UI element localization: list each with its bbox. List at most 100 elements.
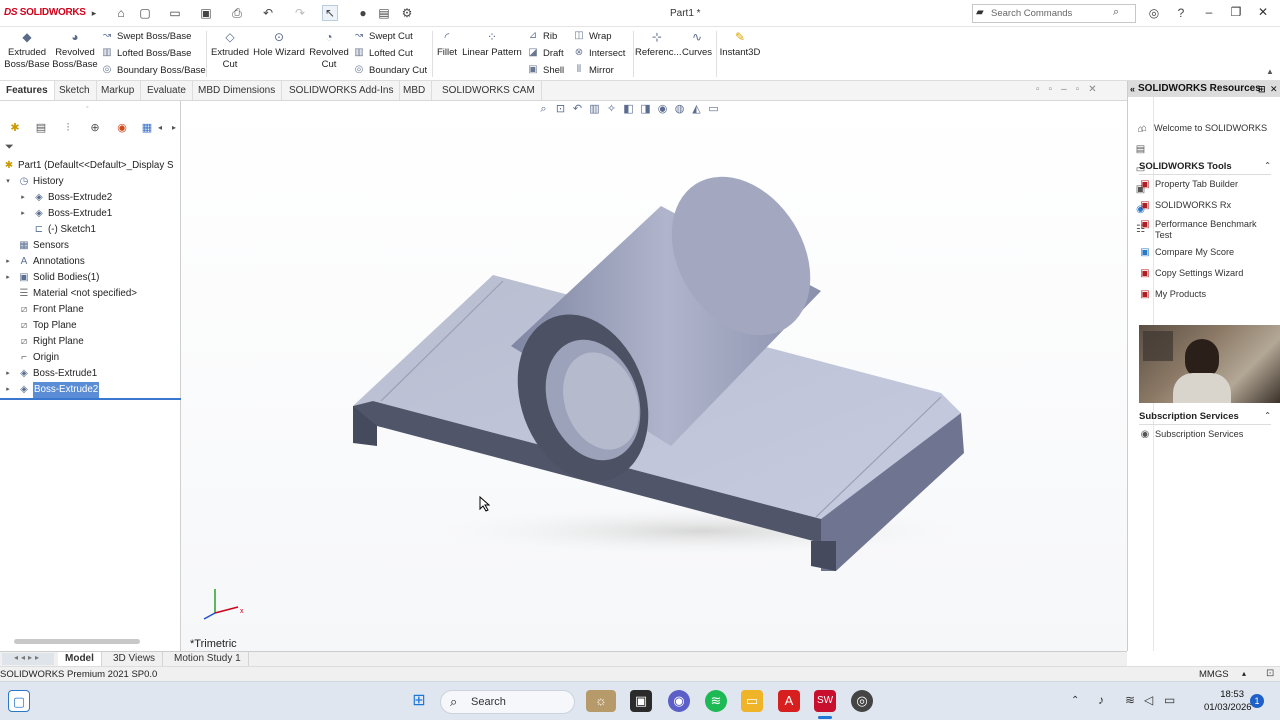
help-icon[interactable]: ? (1173, 5, 1189, 21)
extruded-boss-button[interactable]: ◆ Extruded Boss/Base (4, 31, 50, 71)
subscription-section-header[interactable]: Subscription Services ⌃ (1139, 411, 1271, 425)
notification-badge[interactable]: 1 (1250, 694, 1264, 708)
tab-scroll-arrows[interactable]: ◂◂▸▸ (2, 653, 54, 665)
tab-mbd[interactable]: MBD (397, 81, 433, 100)
open-folder-icon[interactable]: ▭ (167, 5, 183, 21)
scroll-right-icon[interactable]: ▸ (167, 121, 181, 135)
feature-tree-icon[interactable]: ✱ (8, 121, 22, 135)
linear-pattern-button[interactable]: ⁘ Linear Pattern (462, 31, 522, 59)
battery-icon[interactable]: ▭ (1164, 693, 1175, 707)
tree-history[interactable]: ▾ ◷ History (0, 174, 181, 190)
rebuild-status-icon[interactable]: ⊡ (1266, 668, 1274, 679)
lofted-boss-button[interactable]: ▥ Lofted Boss/Base (101, 47, 191, 59)
display-manager-icon[interactable]: ◉ (115, 121, 129, 135)
save-icon[interactable]: ▣ (198, 5, 214, 21)
redo-icon[interactable]: ↷ (292, 5, 308, 21)
tab-motion-study[interactable]: Motion Study 1 (167, 652, 249, 666)
view-settings-icon[interactable]: ▭ (705, 102, 722, 115)
hide-show-icon[interactable]: ◉ (654, 102, 671, 115)
collapse-ribbon-icon[interactable]: ▲ (1266, 67, 1274, 76)
tree-material[interactable]: ☰ Material <not specified> (0, 286, 181, 302)
reference-geometry-button[interactable]: ⊹ Referenc... (635, 31, 681, 59)
solidworks-logo[interactable]: DS SOLIDWORKS (4, 7, 86, 18)
scroll-left-icon[interactable]: ◂ (153, 121, 167, 135)
options-gear-icon[interactable]: ⚙ (399, 5, 415, 21)
display-style-icon[interactable]: ◨ (637, 102, 654, 115)
units-dropdown-icon[interactable]: ▴ (1242, 669, 1246, 678)
acrobat-icon[interactable]: A (778, 690, 800, 712)
tree-top-plane[interactable]: ⧄ Top Plane (0, 318, 181, 334)
news-widget-icon[interactable]: ☼ (586, 690, 616, 712)
close-pane-icon[interactable]: ✕ (1270, 81, 1278, 97)
property-manager-icon[interactable]: ▤ (34, 121, 48, 135)
minimize-icon[interactable]: – (1199, 5, 1219, 21)
section-view-icon[interactable]: ▥ (586, 102, 603, 115)
task-view-icon[interactable]: ▣ (630, 690, 652, 712)
tree-root-part[interactable]: ✱ Part1 (Default<<Default>_Display S (0, 158, 181, 174)
hole-wizard-button[interactable]: ⊙ Hole Wizard (253, 31, 305, 59)
filter-icon[interactable]: ⏷ (5, 141, 14, 154)
rebuild-icon[interactable]: ● (355, 5, 371, 21)
intersect-button[interactable]: ⊗ Intersect (573, 47, 626, 59)
revolved-boss-button[interactable]: ◕ Revolved Boss/Base (52, 31, 98, 71)
panel-splitter-icon[interactable]: ◦ (86, 104, 88, 111)
restore-icon[interactable]: ❐ (1226, 5, 1246, 21)
edit-appearance-icon[interactable]: ◍ (671, 102, 688, 115)
wrap-button[interactable]: ◫ Wrap (573, 30, 611, 42)
tab-model[interactable]: Model (58, 652, 102, 666)
tree-solid-bodies[interactable]: ▸ ▣ Solid Bodies(1) (0, 270, 181, 286)
file-properties-icon[interactable]: ▤ (376, 5, 392, 21)
tab-evaluate[interactable]: Evaluate (141, 81, 193, 100)
wifi-icon[interactable]: ≋ (1125, 693, 1135, 707)
apply-scene-icon[interactable]: ◭ (688, 102, 705, 115)
tab-3d-views[interactable]: 3D Views (106, 652, 164, 666)
tray-overflow-icon[interactable]: ⌃ (1071, 695, 1079, 706)
user-account-icon[interactable]: ◎ (1146, 5, 1162, 21)
instant3d-button[interactable]: ✎ Instant3D (718, 31, 762, 59)
tab-features[interactable]: Features (0, 81, 55, 100)
swept-boss-button[interactable]: ↝ Swept Boss/Base (101, 30, 192, 42)
microphone-icon[interactable]: ♪ (1098, 693, 1104, 707)
extruded-cut-button[interactable]: ◇ Extruded Cut (208, 31, 252, 71)
graphics-area[interactable] (181, 101, 1127, 651)
lofted-cut-button[interactable]: ▥ Lofted Cut (353, 47, 413, 59)
part-model[interactable] (181, 101, 1127, 651)
tree-front-plane[interactable]: ⧄ Front Plane (0, 302, 181, 318)
design-library-icon[interactable]: ▤ (1134, 143, 1147, 156)
select-pointer-icon[interactable]: ↖ (322, 5, 338, 21)
tab-cam[interactable]: SOLIDWORKS CAM (436, 81, 542, 100)
tree-history-boss-extrude1[interactable]: ▸ ◈ Boss-Extrude1 (0, 206, 181, 222)
fillet-button[interactable]: ◜ Fillet (435, 31, 459, 59)
view-orientation-icon[interactable]: ◧ (620, 102, 637, 115)
search-icon[interactable]: ⌕ (1113, 6, 1119, 19)
zoom-area-icon[interactable]: ⊡ (552, 102, 569, 115)
menu-expand-icon[interactable]: ▸ (86, 5, 102, 21)
home-icon[interactable]: ⌂ (113, 5, 129, 21)
widgets-icon[interactable]: ▢ (8, 690, 30, 712)
tree-horizontal-scrollbar[interactable] (14, 639, 140, 644)
start-icon[interactable]: ⊞ (408, 690, 430, 712)
file-explorer-icon[interactable]: ▭ (741, 690, 763, 712)
pin-icon[interactable]: ⊞ (1258, 81, 1266, 97)
cam-manager-icon[interactable]: ▦ (140, 121, 154, 135)
tab-markup[interactable]: Markup (95, 81, 142, 100)
revolved-cut-button[interactable]: ◔ Revolved Cut (307, 31, 351, 71)
dynamic-annotation-icon[interactable]: ✧ (603, 102, 620, 115)
spotify-icon[interactable]: ≋ (705, 690, 727, 712)
draft-button[interactable]: ◪ Draft (527, 47, 563, 59)
tree-sensors[interactable]: ▦ Sensors (0, 238, 181, 254)
shell-button[interactable]: ▣ Shell (527, 64, 564, 76)
previous-view-icon[interactable]: ↶ (569, 102, 586, 115)
tree-history-sketch1[interactable]: ⊏ (-) Sketch1 (0, 222, 181, 238)
rollback-bar[interactable] (0, 398, 181, 400)
volume-icon[interactable]: ◁ (1144, 693, 1153, 707)
solidworks-taskbar-icon[interactable]: SW (814, 690, 836, 712)
tree-history-boss-extrude2[interactable]: ▸ ◈ Boss-Extrude2 (0, 190, 181, 206)
close-icon[interactable]: ✕ (1253, 5, 1273, 21)
tree-right-plane[interactable]: ⧄ Right Plane (0, 334, 181, 350)
boundary-cut-button[interactable]: ◎ Boundary Cut (353, 64, 427, 76)
chrome-icon[interactable]: ◎ (851, 690, 873, 712)
tools-section-header[interactable]: SOLIDWORKS Tools ⌃ (1139, 161, 1271, 175)
boundary-boss-button[interactable]: ◎ Boundary Boss/Base (101, 64, 206, 76)
chat-icon[interactable]: ◉ (668, 690, 690, 712)
